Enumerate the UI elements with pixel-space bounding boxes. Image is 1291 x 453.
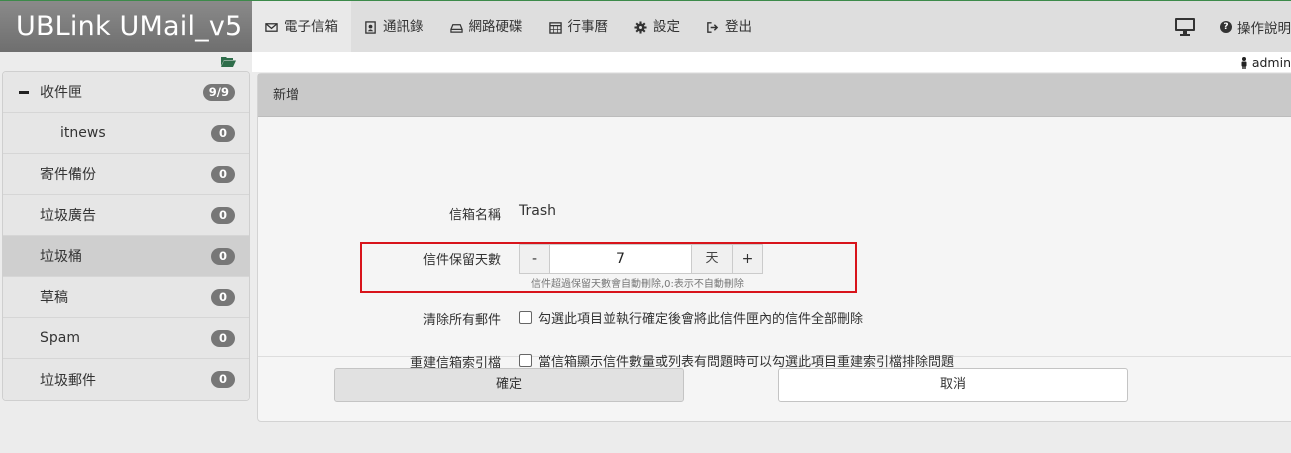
folder-count-badge: 0 xyxy=(211,248,235,265)
app-logo: UBLink UMail_v5 xyxy=(0,1,252,53)
folder-open-icon[interactable] xyxy=(221,56,236,67)
retention-days-input[interactable] xyxy=(550,244,691,274)
folder-drafts[interactable]: 草稿 0 xyxy=(3,277,249,318)
mailbox-name-value: Trash xyxy=(519,203,556,219)
folder-count-badge: 0 xyxy=(211,207,235,224)
clear-all-label: 清除所有郵件 xyxy=(422,313,501,328)
retention-unit: 天 xyxy=(691,244,732,274)
drive-icon xyxy=(449,23,463,33)
nav-label: 通訊錄 xyxy=(383,19,424,35)
nav-logout[interactable]: 登出 xyxy=(693,1,765,53)
clear-all-text: 勾選此項目並執行確定後會將此信件匣內的信件全部刪除 xyxy=(538,312,864,327)
gear-icon xyxy=(634,20,647,34)
folder-count-badge: 0 xyxy=(211,371,235,388)
question-icon: ? xyxy=(1220,21,1232,33)
help-link[interactable]: ? 操作說明 xyxy=(1220,17,1291,37)
main-nav: 電子信箱 通訊錄 網路硬碟 行事曆 設定 登出 xyxy=(252,1,765,53)
folder-count-badge: 9/9 xyxy=(202,84,235,101)
increment-button[interactable]: + xyxy=(732,244,763,274)
folder-count-badge: 0 xyxy=(211,330,235,347)
nav-contacts[interactable]: 通訊錄 xyxy=(351,1,437,53)
sub-bar: admin xyxy=(252,52,1291,72)
folder-junk-mail[interactable]: 垃圾郵件 0 xyxy=(3,359,249,400)
folder-label: 寄件備份 xyxy=(40,167,96,183)
folder-label: itnews xyxy=(60,125,106,141)
panel-body: 信箱名稱 Trash 信件保留天數 - 天 + 信件超過保留天數會自動刪除,0:… xyxy=(258,117,1291,371)
nav-label: 電子信箱 xyxy=(284,19,338,35)
folder-label: 草稿 xyxy=(40,290,68,306)
folder-label: 垃圾廣告 xyxy=(40,208,96,224)
monitor-icon[interactable] xyxy=(1174,17,1196,37)
folder-list: 收件匣 9/9 itnews 0 寄件備份 0 垃圾廣告 0 垃圾桶 0 草稿 … xyxy=(2,71,250,401)
folder-label: 收件匣 xyxy=(40,85,82,101)
help-label: 操作說明 xyxy=(1237,21,1291,37)
user-menu[interactable]: admin xyxy=(1240,55,1291,70)
nav-label: 行事曆 xyxy=(567,19,609,35)
nav-settings[interactable]: 設定 xyxy=(621,1,693,53)
logout-icon xyxy=(707,21,719,33)
top-bar: UBLink UMail_v5 電子信箱 通訊錄 網路硬碟 行事曆 設定 登出 xyxy=(0,0,1291,53)
nav-label: 設定 xyxy=(653,19,680,35)
retention-label: 信件保留天數 xyxy=(422,253,501,268)
folder-itnews[interactable]: itnews 0 xyxy=(3,113,249,154)
retention-hint: 信件超過保留天數會自動刪除,0:表示不自動刪除 xyxy=(531,279,744,290)
mailbox-name-label: 信箱名稱 xyxy=(448,208,501,223)
folder-trash[interactable]: 垃圾桶 0 xyxy=(3,236,249,277)
nav-label: 網路硬碟 xyxy=(468,19,523,35)
folder-count-badge: 0 xyxy=(211,289,235,306)
top-right-tools: ? 操作說明 xyxy=(1174,1,1291,53)
rebuild-index-checkbox[interactable] xyxy=(519,354,532,367)
username: admin xyxy=(1251,55,1291,70)
calendar-icon xyxy=(548,21,562,34)
decrement-button[interactable]: - xyxy=(519,244,550,274)
sidebar: 收件匣 9/9 itnews 0 寄件備份 0 垃圾廣告 0 垃圾桶 0 草稿 … xyxy=(0,52,252,453)
folder-settings-panel: 新增 信箱名稱 Trash 信件保留天數 - 天 + 信件超過保留天數會自動刪除… xyxy=(257,73,1291,422)
nav-label: 登出 xyxy=(725,19,752,35)
envelope-icon xyxy=(265,22,278,32)
retention-stepper: - 天 + xyxy=(519,244,763,274)
folder-junk-ads[interactable]: 垃圾廣告 0 xyxy=(3,195,249,236)
folder-count-badge: 0 xyxy=(211,166,235,183)
folder-label: 垃圾郵件 xyxy=(40,372,96,389)
cancel-button[interactable]: 取消 xyxy=(778,368,1128,402)
confirm-button[interactable]: 確定 xyxy=(334,368,684,402)
folder-inbox[interactable]: 收件匣 9/9 xyxy=(3,72,249,113)
folder-count-badge: 0 xyxy=(211,125,235,142)
nav-drive[interactable]: 網路硬碟 xyxy=(437,1,536,53)
clear-all-checkbox[interactable] xyxy=(519,311,532,324)
nav-mail[interactable]: 電子信箱 xyxy=(252,1,351,53)
contacts-icon xyxy=(365,20,376,34)
clear-all-option: 勾選此項目並執行確定後會將此信件匣內的信件全部刪除 xyxy=(519,308,863,327)
user-icon xyxy=(1241,56,1247,69)
nav-calendar[interactable]: 行事曆 xyxy=(536,1,622,53)
folder-sent[interactable]: 寄件備份 0 xyxy=(3,154,249,195)
panel-title: 新增 xyxy=(258,74,1291,117)
folder-label: Spam xyxy=(40,330,80,346)
folder-label: 垃圾桶 xyxy=(40,249,82,265)
folder-spam[interactable]: Spam 0 xyxy=(3,318,249,359)
collapse-icon[interactable] xyxy=(19,91,29,94)
